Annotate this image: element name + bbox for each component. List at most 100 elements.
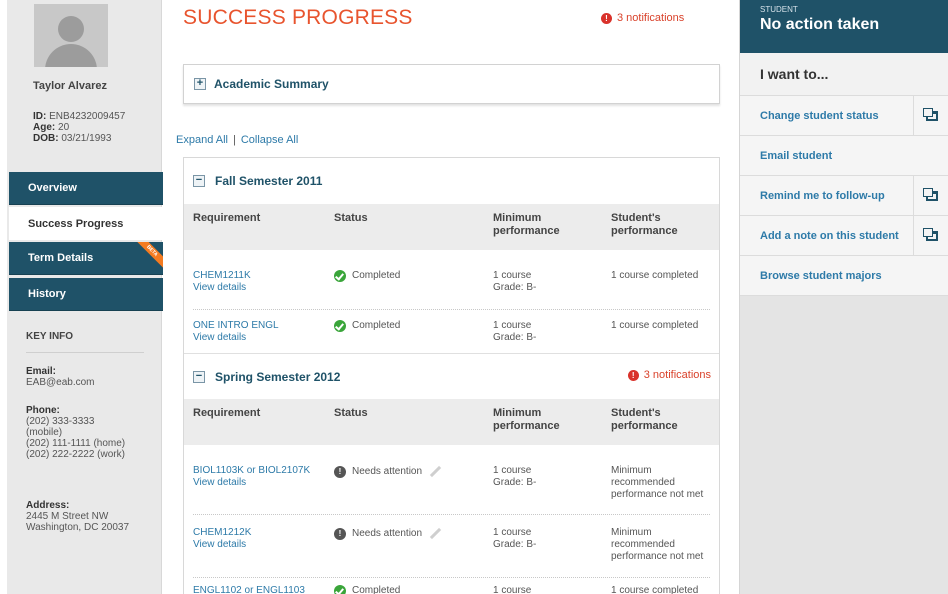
col-student-performance: Student's performance (611, 212, 678, 237)
nav-term-details-label: Term Details (28, 252, 94, 264)
semester-title: Spring Semester 2012 (215, 369, 341, 384)
col-status: Status (334, 407, 368, 419)
min-performance: 1 course Grade: B- (493, 527, 537, 550)
student-status-value: No action taken (760, 16, 880, 33)
phone-line: (mobile) (26, 427, 63, 438)
id-value: ENB4232009457 (49, 111, 126, 122)
min-performance: 1 course Grade: B- (493, 270, 537, 293)
table-header: Requirement Status Minimum performance St… (184, 204, 719, 250)
key-info-title: KEY INFO (26, 331, 74, 342)
open-window-button[interactable] (913, 176, 948, 215)
avatar (34, 4, 108, 67)
student-status-header: STUDENT No action taken (740, 0, 948, 53)
phone-line: (202) 111-1111 (home) (26, 438, 126, 449)
phone-block: Phone: (202) 333-3333 (mobile) (202) 111… (26, 405, 125, 460)
requirement-link[interactable]: CHEM1211K (193, 270, 251, 282)
address-label: Address: (26, 500, 70, 511)
student-id-block: ID: ENB4232009457 Age: 20 DOB: 03/21/199… (33, 111, 125, 144)
nav-history[interactable]: History (9, 278, 163, 311)
collapse-minus-icon[interactable]: − (193, 175, 205, 187)
col-min-performance: Minimum performance (493, 407, 560, 432)
semester-header-spring-2012[interactable]: − Spring Semester 2012 ! 3 notifications (184, 353, 719, 399)
check-circle-icon (334, 585, 346, 594)
status-text: Completed (352, 320, 401, 331)
academic-summary-section[interactable]: + Academic Summary (183, 64, 720, 104)
nav-success-progress-label: Success Progress (28, 217, 124, 230)
view-details-link[interactable]: View details (193, 332, 279, 344)
action-label: Change student status (760, 109, 879, 122)
add-note-action[interactable]: Add a note on this student (740, 216, 948, 256)
action-label: Remind me to follow-up (760, 189, 885, 202)
id-label: ID: (33, 111, 47, 122)
new-window-icon (922, 107, 938, 121)
semester-title: Fall Semester 2011 (215, 174, 323, 188)
status-text: Needs attention (352, 528, 423, 539)
nav-history-label: History (28, 288, 66, 300)
col-requirement: Requirement (193, 407, 261, 419)
collapse-all-link[interactable]: Collapse All (241, 134, 298, 146)
actions-panel: STUDENT No action taken I want to... Cha… (739, 0, 948, 594)
nav-term-details[interactable]: Term Details BETA (9, 242, 163, 275)
notifications-label: 3 notifications (617, 12, 685, 24)
remind-follow-up-action[interactable]: Remind me to follow-up (740, 176, 948, 216)
link-separator: | (232, 134, 236, 146)
semester-notifications-link[interactable]: ! 3 notifications (627, 369, 711, 381)
expand-plus-icon[interactable]: + (194, 78, 206, 90)
address-block: Address: 2445 M Street NW Washington, DC… (26, 500, 129, 533)
requirement-link[interactable]: CHEM1212K (193, 527, 251, 539)
nav-success-progress[interactable]: Success Progress (9, 207, 163, 240)
nav-overview[interactable]: Overview (9, 172, 163, 205)
avatar-head-icon (58, 16, 84, 42)
col-min-performance: Minimum performance (493, 212, 560, 237)
alert-icon: ! (601, 12, 612, 24)
requirement-link[interactable]: ONE INTRO ENGL (193, 320, 279, 332)
phone-line: (202) 222-2222 (work) (26, 449, 125, 460)
semester-header-fall-2011[interactable]: − Fall Semester 2011 (184, 158, 719, 204)
email-block: Email: EAB@eab.com (26, 366, 95, 388)
open-window-button[interactable] (913, 216, 948, 255)
student-performance: 1 course completed (611, 320, 699, 331)
requirement-link[interactable]: BIOL1103K or BIOL2107K (193, 465, 310, 477)
student-performance: Minimum recommended performance not met (611, 465, 704, 500)
open-window-button[interactable] (913, 96, 948, 135)
semester-panel: − Fall Semester 2011 Requirement Status … (183, 157, 720, 594)
status-text: Needs attention (352, 466, 423, 477)
address-line: 2445 M Street NW (26, 511, 109, 522)
student-name: Taylor Alvarez (33, 80, 107, 92)
exclamation-circle-icon: ! (334, 466, 346, 478)
pencil-icon[interactable] (428, 527, 442, 541)
view-details-link[interactable]: View details (193, 477, 310, 489)
i-want-to-heading: I want to... (740, 53, 948, 96)
col-status: Status (334, 212, 368, 224)
row-divider (193, 514, 710, 515)
pencil-icon[interactable] (428, 465, 442, 479)
address-line: Washington, DC 20037 (26, 522, 130, 533)
min-performance: 1 course Grade: B- (493, 320, 537, 343)
new-window-icon (922, 187, 938, 201)
notifications-link[interactable]: ! 3 notifications (601, 12, 684, 24)
phone-label: Phone: (26, 405, 60, 416)
table-header: Requirement Status Minimum performance St… (184, 399, 719, 445)
change-student-status-action[interactable]: Change student status (740, 96, 948, 136)
app-root: Taylor Alvarez ID: ENB4232009457 Age: 20… (0, 0, 948, 594)
check-circle-icon (334, 270, 346, 282)
min-performance: 1 course Grade: B- (493, 465, 537, 488)
collapse-minus-icon[interactable]: − (193, 370, 205, 383)
nav-overview-label: Overview (28, 182, 77, 194)
view-details-link[interactable]: View details (193, 539, 251, 551)
email-student-action[interactable]: Email student (740, 136, 948, 176)
col-student-performance: Student's performance (611, 407, 678, 432)
view-details-link[interactable]: View details (193, 282, 251, 294)
status-text: Completed (352, 270, 401, 281)
dob-value: 03/21/1993 (61, 133, 112, 144)
col-requirement: Requirement (193, 212, 261, 224)
requirement-link[interactable]: ENGL1102 or ENGL1103 (193, 585, 305, 594)
expand-collapse-controls: Expand All | Collapse All (176, 134, 298, 146)
expand-all-link[interactable]: Expand All (176, 134, 228, 146)
browse-majors-action[interactable]: Browse student majors (740, 256, 948, 296)
age-label: Age: (33, 122, 56, 133)
student-performance: Minimum recommended performance not met (611, 527, 704, 562)
dob-label: DOB: (33, 133, 59, 144)
email-value: EAB@eab.com (26, 377, 95, 388)
new-window-icon (922, 227, 938, 241)
